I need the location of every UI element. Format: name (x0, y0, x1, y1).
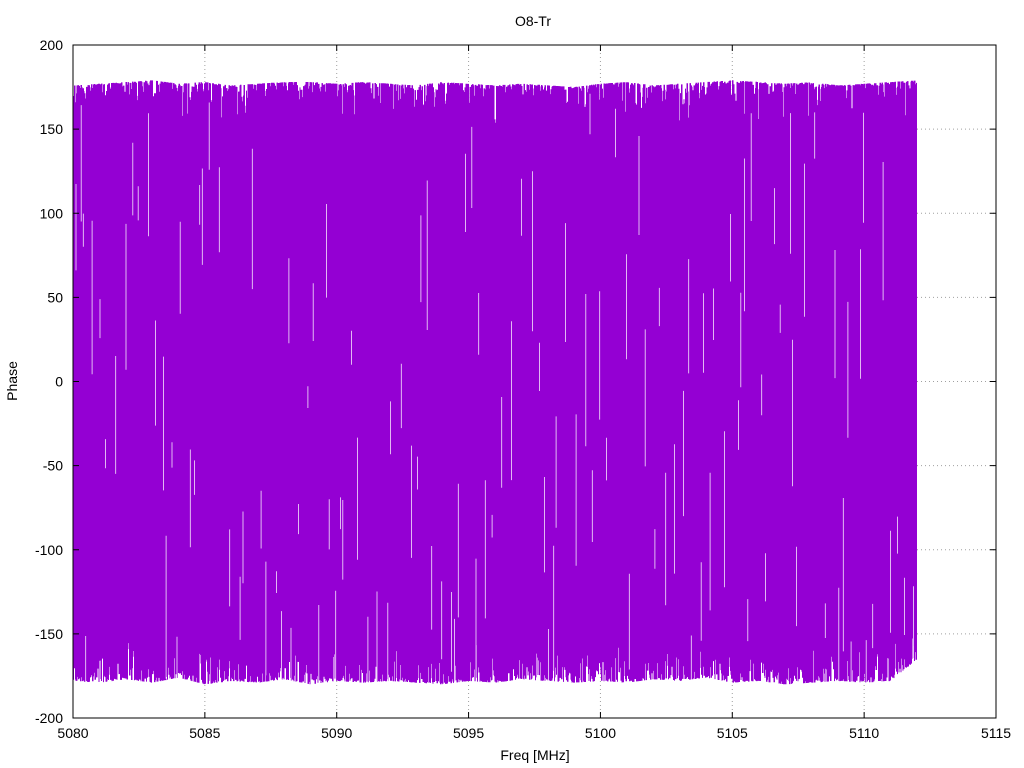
x-tick-label: 5085 (189, 725, 220, 741)
y-axis-label: Phase (4, 361, 20, 401)
y-tick-label: -50 (43, 458, 63, 474)
x-tick-label: 5100 (585, 725, 616, 741)
y-tick-label: 50 (47, 289, 63, 305)
y-tick-label: 200 (40, 37, 64, 53)
x-tick-label: 5080 (57, 725, 88, 741)
plot-area (72, 80, 917, 685)
x-tick-label: 5110 (849, 725, 879, 741)
phase-series-line (72, 80, 917, 685)
y-tick-label: 100 (40, 205, 64, 221)
x-tick-label: 5090 (321, 725, 352, 741)
y-tick-label: -200 (35, 710, 63, 726)
x-axis-label: Freq [MHz] (500, 747, 569, 763)
x-tick-label: 5115 (981, 725, 1011, 741)
y-tick-label: -150 (35, 626, 63, 642)
x-tick-label: 5095 (453, 725, 484, 741)
y-tick-label: -100 (35, 542, 63, 558)
y-tick-label: 0 (55, 374, 63, 390)
y-tick-label: 150 (40, 121, 64, 137)
chart-title: O8-Tr (515, 13, 551, 29)
x-tick-label: 5105 (717, 725, 748, 741)
phase-chart: 5080 5085 5090 5095 5100 5105 5110 5115 -200 -15… (0, 0, 1024, 768)
